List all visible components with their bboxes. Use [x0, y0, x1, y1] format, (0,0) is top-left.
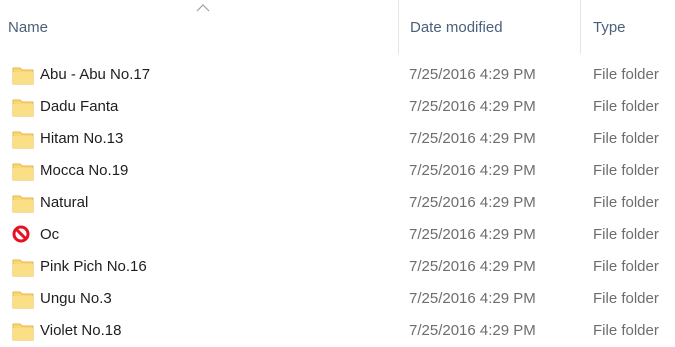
file-row[interactable]: Mocca No.19 7/25/2016 4:29 PM File folde… [0, 155, 675, 187]
folder-icon [12, 163, 34, 181]
file-name: Violet No.18 [40, 322, 122, 339]
file-type: File folder [593, 66, 659, 83]
file-row[interactable]: Oc 7/25/2016 4:29 PM File folder [0, 219, 675, 251]
file-type: File folder [593, 194, 659, 211]
file-name: Dadu Fanta [40, 98, 119, 115]
file-date-modified: 7/25/2016 4:29 PM [409, 162, 536, 179]
folder-icon [12, 67, 34, 85]
file-type: File folder [593, 290, 659, 307]
file-date-modified: 7/25/2016 4:29 PM [409, 226, 536, 243]
file-date-modified: 7/25/2016 4:29 PM [409, 98, 536, 115]
column-header-date-modified[interactable]: Date modified [398, 0, 580, 54]
file-list: Abu - Abu No.17 7/25/2016 4:29 PM File f… [0, 59, 675, 347]
file-date-modified: 7/25/2016 4:29 PM [409, 130, 536, 147]
file-row[interactable]: Natural 7/25/2016 4:29 PM File folder [0, 187, 675, 219]
column-header-type[interactable]: Type [580, 0, 675, 54]
column-header-date-label: Date modified [410, 18, 503, 36]
file-row[interactable]: Violet No.18 7/25/2016 4:29 PM File fold… [0, 315, 675, 347]
file-date-modified: 7/25/2016 4:29 PM [409, 290, 536, 307]
folder-icon [12, 291, 34, 309]
file-date-modified: 7/25/2016 4:29 PM [409, 66, 536, 83]
file-row[interactable]: Hitam No.13 7/25/2016 4:29 PM File folde… [0, 123, 675, 155]
file-name: Pink Pich No.16 [40, 258, 147, 275]
file-row[interactable]: Dadu Fanta 7/25/2016 4:29 PM File folder [0, 91, 675, 123]
folder-icon [12, 323, 34, 341]
file-name: Mocca No.19 [40, 162, 129, 179]
file-name: Ungu No.3 [40, 290, 112, 307]
blocked-icon [12, 225, 30, 243]
file-type: File folder [593, 162, 659, 179]
file-type: File folder [593, 258, 659, 275]
folder-icon [12, 259, 34, 277]
column-header-name-label: Name [8, 18, 49, 36]
column-header-bar: Name Date modified Type [0, 0, 675, 54]
file-type: File folder [593, 226, 659, 243]
folder-icon [12, 99, 34, 117]
file-name: Oc [40, 226, 60, 243]
file-name: Abu - Abu No.17 [40, 66, 151, 83]
file-date-modified: 7/25/2016 4:29 PM [409, 258, 536, 275]
file-name: Hitam No.13 [40, 130, 124, 147]
file-name: Natural [40, 194, 89, 211]
file-row[interactable]: Abu - Abu No.17 7/25/2016 4:29 PM File f… [0, 59, 675, 91]
folder-icon [12, 195, 34, 213]
column-header-type-label: Type [593, 18, 626, 36]
file-date-modified: 7/25/2016 4:29 PM [409, 194, 536, 211]
file-type: File folder [593, 322, 659, 339]
file-date-modified: 7/25/2016 4:29 PM [409, 322, 536, 339]
sort-ascending-icon [196, 4, 210, 12]
file-row[interactable]: Pink Pich No.16 7/25/2016 4:29 PM File f… [0, 251, 675, 283]
folder-icon [12, 131, 34, 149]
file-type: File folder [593, 98, 659, 115]
file-type: File folder [593, 130, 659, 147]
file-row[interactable]: Ungu No.3 7/25/2016 4:29 PM File folder [0, 283, 675, 315]
